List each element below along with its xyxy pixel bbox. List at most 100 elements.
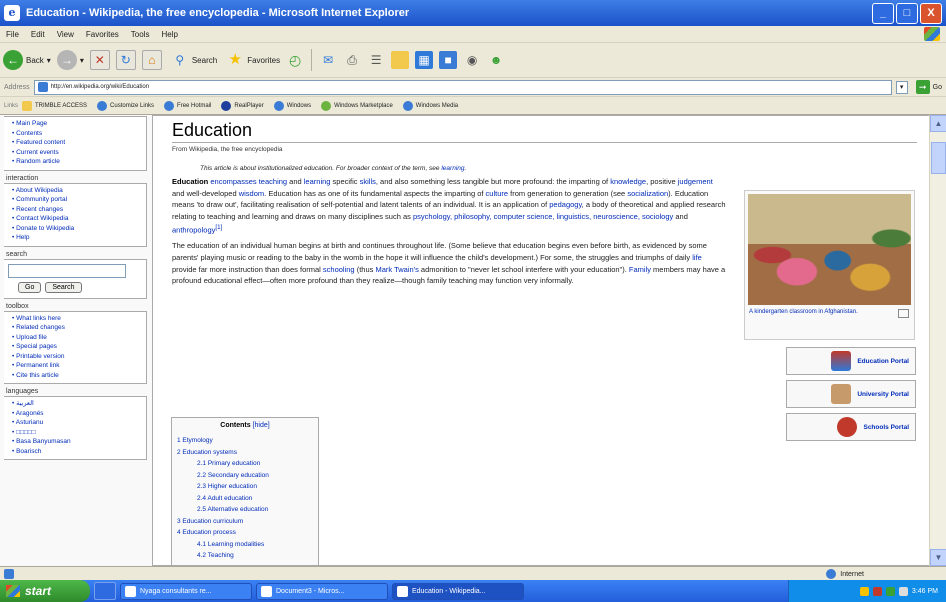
lang-aragonese[interactable]: Aragonés xyxy=(12,409,146,419)
link-learning[interactable]: learning xyxy=(304,177,331,186)
tray-icon[interactable] xyxy=(859,586,869,596)
link-about-wikipedia[interactable]: About Wikipedia xyxy=(12,186,146,196)
lang-unknown[interactable]: □□□□□ xyxy=(12,428,146,438)
close-button[interactable]: X xyxy=(920,3,942,24)
scroll-up-icon[interactable]: ▲ xyxy=(930,115,946,132)
link-skills[interactable]: skills xyxy=(360,177,376,186)
link-donate[interactable]: Donate to Wikipedia xyxy=(12,224,146,234)
clock[interactable]: 3:46 PM xyxy=(912,588,938,595)
link-knowledge[interactable]: knowledge xyxy=(610,177,646,186)
scroll-thumb[interactable] xyxy=(931,142,946,174)
link-permanent-link[interactable]: Permanent link xyxy=(12,361,146,371)
refresh-icon[interactable]: ↻ xyxy=(115,50,136,70)
toc-item[interactable]: 1 Etymology xyxy=(177,435,313,447)
link-teaching[interactable]: encompasses teaching xyxy=(210,177,287,186)
menu-tools[interactable]: Tools xyxy=(125,30,156,39)
edit-icon[interactable]: ☰ xyxy=(367,51,385,69)
taskbar-item[interactable]: Nyaga consultants re... xyxy=(120,582,252,600)
link-realplayer[interactable]: RealPlayer xyxy=(221,100,264,111)
nav-current-events[interactable]: Current events xyxy=(12,148,146,158)
toc-item[interactable]: 4.2 Teaching xyxy=(177,550,313,562)
link-windows[interactable]: Windows xyxy=(273,100,311,111)
link-culture[interactable]: culture xyxy=(486,189,509,198)
lang-asturian[interactable]: Asturianu xyxy=(12,418,146,428)
toc-item[interactable]: 4.1 Learning modalities xyxy=(177,539,313,551)
toc-item[interactable]: 2.5 Alternative education xyxy=(177,504,313,516)
link-recent-changes[interactable]: Recent changes xyxy=(12,205,146,215)
folder-icon[interactable] xyxy=(391,51,410,69)
nav-main-page[interactable]: Main Page xyxy=(12,119,146,129)
search-button[interactable]: ⚲ Search xyxy=(168,51,217,69)
toc-item[interactable]: 2 Education systems xyxy=(177,447,313,459)
back-button[interactable]: ← Back ▾ xyxy=(3,50,51,70)
link-anthropology[interactable]: anthropology xyxy=(172,226,215,235)
nav-contents[interactable]: Contents xyxy=(12,129,146,139)
lang-bavarian[interactable]: Boarisch xyxy=(12,447,146,457)
toc-item[interactable]: 2.1 Primary education xyxy=(177,458,313,470)
link-customize[interactable]: Customize Links xyxy=(97,100,154,111)
link-cite-article[interactable]: Cite this article xyxy=(12,371,146,381)
vertical-scrollbar[interactable]: ▲ ▼ xyxy=(929,115,946,566)
link-judgement[interactable]: judgement xyxy=(678,177,713,186)
link-mark-twain[interactable]: Mark Twain's xyxy=(375,265,418,274)
link-related-changes[interactable]: Related changes xyxy=(12,323,146,333)
link-disciplines[interactable]: psychology, philosophy, computer science… xyxy=(413,212,673,221)
print-icon[interactable]: ⎙ xyxy=(343,51,361,69)
lang-arabic[interactable]: العربية xyxy=(12,399,146,409)
link-hotmail[interactable]: Free Hotmail xyxy=(164,100,211,111)
link-special-pages[interactable]: Special pages xyxy=(12,342,146,352)
link-what-links-here[interactable]: What links here xyxy=(12,314,146,324)
disc-icon[interactable]: ◉ xyxy=(463,51,481,69)
stop-icon[interactable]: ✕ xyxy=(89,50,110,70)
quick-launch-icon[interactable] xyxy=(94,582,116,600)
maximize-button[interactable]: □ xyxy=(896,3,918,24)
address-dropdown-icon[interactable]: ▾ xyxy=(895,80,908,94)
menu-help[interactable]: Help xyxy=(155,30,183,39)
taskbar-item[interactable]: Document3 - Micros... xyxy=(256,582,388,600)
research-icon[interactable]: ▦ xyxy=(415,51,434,69)
hatnote-link-learning[interactable]: learning xyxy=(441,165,464,172)
tray-icon[interactable] xyxy=(885,586,895,596)
toc-item[interactable]: 2.4 Adult education xyxy=(177,493,313,505)
address-input[interactable]: http://en.wikipedia.org/wiki/Education xyxy=(33,79,892,95)
history-icon[interactable]: ◴ xyxy=(286,51,304,69)
nav-random-article[interactable]: Random article xyxy=(12,157,146,167)
taskbar-item-active[interactable]: Education - Wikipedia... xyxy=(392,582,524,600)
people-icon[interactable]: ☻ xyxy=(487,51,505,69)
link-printable-version[interactable]: Printable version xyxy=(12,352,146,362)
minimize-button[interactable]: _ xyxy=(872,3,894,24)
link-help[interactable]: Help xyxy=(12,233,146,243)
favorites-button[interactable]: ★ Favorites xyxy=(223,51,280,69)
reference-1[interactable]: [1] xyxy=(215,224,222,231)
start-button[interactable]: start xyxy=(0,580,90,602)
link-community-portal[interactable]: Community portal xyxy=(12,195,146,205)
forward-button[interactable]: → ▾ xyxy=(56,50,84,70)
schools-portal[interactable]: Schools Portal xyxy=(786,413,916,441)
volume-icon[interactable] xyxy=(898,586,908,596)
tray-icon[interactable] xyxy=(872,586,882,596)
university-portal[interactable]: University Portal xyxy=(786,380,916,408)
wiki-search-input[interactable] xyxy=(8,263,126,278)
wiki-search-button[interactable]: Search xyxy=(45,281,82,293)
kindergarten-photo[interactable] xyxy=(748,194,911,305)
window-titlebar[interactable]: e Education - Wikipedia, the free encycl… xyxy=(0,0,946,26)
toc-hide-link[interactable]: [hide] xyxy=(253,422,270,429)
link-pedagogy[interactable]: pedagogy xyxy=(549,200,581,209)
scroll-down-icon[interactable]: ▼ xyxy=(930,549,946,566)
toc-item[interactable]: 4 Education process xyxy=(177,527,313,539)
link-trimble[interactable]: TRIMBLE ACCESS xyxy=(22,100,87,111)
menu-edit[interactable]: Edit xyxy=(25,30,51,39)
link-windows-media[interactable]: Windows Media xyxy=(402,100,458,111)
link-socialization[interactable]: socialization xyxy=(627,189,668,198)
go-button[interactable]: ➞ Go xyxy=(915,80,942,94)
image-caption[interactable]: A kindergarten classroom in Afghanistan. xyxy=(749,308,899,316)
messenger-icon[interactable]: ■ xyxy=(439,51,458,69)
link-family[interactable]: Family xyxy=(629,265,651,274)
link-contact-wikipedia[interactable]: Contact Wikipedia xyxy=(12,214,146,224)
nav-featured-content[interactable]: Featured content xyxy=(12,138,146,148)
menu-favorites[interactable]: Favorites xyxy=(80,30,125,39)
link-upload-file[interactable]: Upload file xyxy=(12,333,146,343)
wiki-go-button[interactable]: Go xyxy=(18,281,42,293)
menu-file[interactable]: File xyxy=(0,30,25,39)
toc-item[interactable]: 2.2 Secondary education xyxy=(177,470,313,482)
